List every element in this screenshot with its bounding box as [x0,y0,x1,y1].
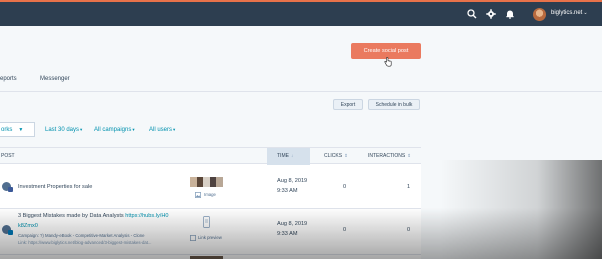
post-short-link-continued[interactable]: k8Zmx0 [18,223,38,229]
post-title[interactable]: Investment Properties for sale [18,184,92,190]
search-icon[interactable] [467,9,477,19]
sort-desc-icon: ↓ [290,153,294,158]
clicks-value: 0 [343,184,347,190]
image-icon [195,192,201,198]
campaign-filter-label: All campaigns [94,127,132,133]
screen-vignette-right [440,160,602,259]
tab-reports[interactable]: eports [0,76,17,82]
image-thumbnail [190,177,223,187]
post-time: 9:33 AM [277,231,298,237]
chevron-down-icon: ▾ [132,127,135,132]
preview-type-label: Image [204,192,216,197]
post-time: 9:33 AM [277,188,298,194]
column-header-interactions[interactable]: INTERACTIONS ⇕ [368,153,411,159]
link-preview-icon [203,216,210,228]
table-header: POST TIME ↓ CLICKS ⇕ INTERACTIONS ⇕ [0,147,421,165]
column-header-interactions-label: INTERACTIONS [368,153,406,159]
network-avatar [2,225,13,235]
bell-icon[interactable] [505,9,515,19]
preview-type-label: Link preview [198,235,222,240]
avatar[interactable] [533,8,546,21]
sort-icon: ⇕ [344,153,348,158]
gear-icon[interactable] [486,9,496,19]
post-title[interactable]: 3 Biggest Mistakes made by Data Analysts… [18,213,169,219]
facebook-icon [8,187,13,192]
account-name: biglytics.net [551,10,583,16]
tab-messenger[interactable]: Messenger [40,76,70,82]
network-select-value: orks [1,126,13,133]
clicks-value: 0 [343,227,347,233]
column-header-time[interactable]: TIME ↓ [277,153,293,159]
post-title-text: 3 Biggest Mistakes made by Data Analysts [18,213,124,219]
users-filter[interactable]: All users▾ [149,127,175,133]
post-date: Aug 8, 2019 [277,178,308,184]
column-header-clicks-label: CLICKS [324,153,343,159]
export-button[interactable]: Export [333,99,363,110]
campaign-filter[interactable]: All campaigns▾ [94,127,135,133]
interactions-value: 1 [407,184,411,190]
sort-icon: ⇕ [407,153,412,158]
interactions-value: 0 [407,227,411,233]
posts-table: POST TIME ↓ CLICKS ⇕ INTERACTIONS ⇕ Investm… [0,147,421,259]
post-short-link[interactable]: https://hubs.ly/H0 [125,213,168,219]
date-range-label: Last 30 days [45,127,80,133]
post-date: Aug 8, 2019 [277,221,308,227]
column-header-time-label: TIME [277,153,289,159]
hand-cursor-icon [384,57,392,67]
caret-down-icon: ▼ [18,126,24,133]
column-header-post[interactable]: POST [1,153,15,159]
linkedin-icon [8,230,13,235]
account-menu[interactable]: biglytics.net⌄ [551,10,588,16]
users-filter-label: All users [149,127,173,133]
create-social-post-label: Create social post [363,48,409,54]
table-row[interactable]: 3 Biggest Mistakes made by Data Analysts… [0,209,421,255]
link-icon [190,235,196,241]
table-row[interactable]: Investment Properties for sale Image Aug… [0,164,421,209]
schedule-in-bulk-button[interactable]: Schedule in bulk [368,99,420,110]
tabs-divider [0,91,602,92]
top-navigation-bar: biglytics.net⌄ [0,0,602,26]
chevron-down-icon: ▾ [173,127,176,132]
link-url-line: Link: https://www.biglytics.net/blog-adv… [18,240,152,245]
column-header-clicks[interactable]: CLICKS ⇕ [324,153,348,159]
chevron-down-icon: ▾ [80,127,83,132]
campaign-line: Campaign: ?) Mandy-eBook - Competitive-M… [18,233,145,238]
schedule-in-bulk-label: Schedule in bulk [375,101,413,108]
chevron-down-icon: ⌄ [583,10,588,16]
export-label: Export [340,101,356,108]
network-select[interactable]: orks ▼ [0,122,35,137]
network-avatar [2,182,13,192]
date-range-filter[interactable]: Last 30 days▾ [45,127,82,133]
